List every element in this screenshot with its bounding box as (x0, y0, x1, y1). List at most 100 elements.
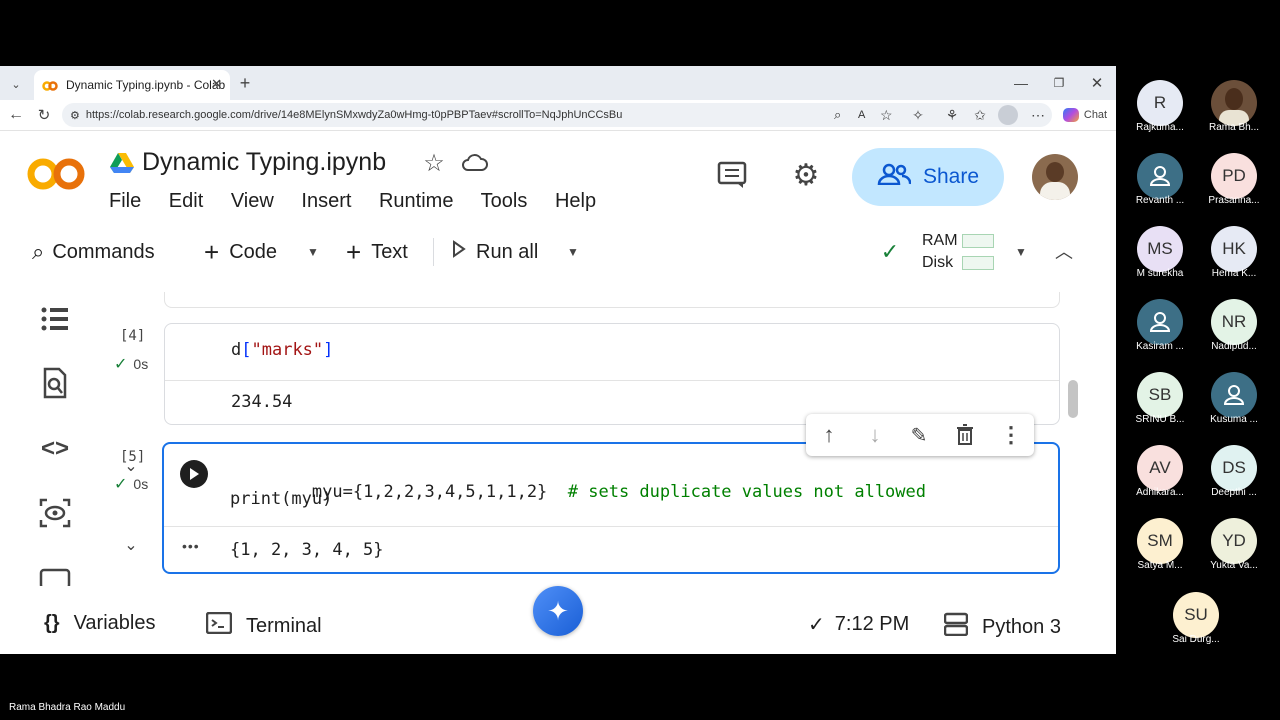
participant-avatar[interactable]: MS (1137, 226, 1183, 272)
menu-view[interactable]: View (231, 190, 274, 212)
participant-avatar[interactable]: PD (1211, 153, 1257, 199)
restore-icon[interactable]: ❐ (1048, 72, 1070, 94)
left-rail: <> (0, 292, 108, 586)
user-avatar[interactable] (1032, 154, 1078, 200)
code-line[interactable]: d["marks"] (231, 340, 333, 360)
close-tab-icon[interactable]: ✕ (211, 76, 222, 92)
read-aloud-icon[interactable]: A (858, 109, 865, 121)
url-field[interactable]: ⚙ https://colab.research.google.com/driv… (62, 103, 1052, 127)
files-icon[interactable] (38, 562, 72, 586)
menu-insert[interactable]: Insert (301, 190, 351, 212)
terminal-button[interactable]: Terminal (205, 611, 322, 640)
participant-photo[interactable] (1211, 80, 1257, 126)
minimize-icon[interactable]: — (1010, 72, 1032, 94)
menu-tools[interactable]: Tools (481, 190, 528, 212)
code-snippets-icon[interactable]: <> (38, 434, 72, 464)
new-tab-button[interactable]: + (234, 72, 256, 94)
extensions-icon[interactable]: ✧ (908, 104, 928, 126)
browser-essentials-icon[interactable]: ⚘ (942, 104, 962, 126)
ram-bar (962, 234, 994, 248)
participant-avatar[interactable]: AV (1137, 445, 1183, 491)
collapse-header-icon[interactable]: ︿ (1052, 238, 1076, 264)
run-cell-button[interactable] (180, 460, 208, 488)
server-icon (943, 612, 969, 642)
profile-icon[interactable] (998, 105, 1018, 125)
code-comment: # sets duplicate values not allowed (567, 482, 927, 502)
run-all-button[interactable]: Run all (452, 234, 538, 270)
favorite-star-icon[interactable]: ☆ (880, 107, 893, 124)
participant-avatar[interactable]: R (1137, 80, 1183, 126)
edit-pencil-icon[interactable]: ✎ (906, 422, 932, 448)
share-button[interactable]: Share (852, 148, 1004, 206)
previous-cell (164, 292, 1060, 308)
status-time: 7:12 PM (834, 613, 910, 635)
menu-edit[interactable]: Edit (169, 190, 203, 212)
star-icon[interactable]: ☆ (420, 150, 448, 177)
move-up-icon[interactable]: ↑ (816, 422, 842, 448)
zoom-icon[interactable]: ⌕ (834, 107, 841, 123)
site-info-icon[interactable]: ⚙ (70, 109, 80, 122)
participant-avatar[interactable]: YD (1211, 518, 1257, 564)
browser-tab[interactable]: Dynamic Typing.ipynb - Colab ✕ (34, 70, 230, 100)
participant-avatar[interactable]: NR (1211, 299, 1257, 345)
move-down-icon[interactable]: ↓ (862, 422, 888, 448)
code-line[interactable]: myu={1,2,2,3,4,5,1,1,2} # sets duplicate… (230, 462, 926, 522)
participant-name: Hema K... (1211, 268, 1257, 279)
participant-avatar[interactable]: SM (1137, 518, 1183, 564)
settings-gear-icon[interactable]: ⚙ (790, 159, 822, 192)
code-dropdown-icon[interactable]: ▼ (302, 240, 324, 264)
code-cell[interactable]: d["marks"] 234.54 (164, 323, 1060, 425)
menu-file[interactable]: File (109, 190, 141, 212)
menu-runtime[interactable]: Runtime (379, 190, 453, 212)
table-of-contents-icon[interactable] (38, 304, 72, 334)
runtime-type[interactable]: Python 3 (943, 612, 1061, 642)
participant-avatar-default[interactable] (1137, 299, 1183, 345)
code-token: d (231, 340, 242, 360)
run-icon (452, 240, 466, 264)
copilot-chat-button[interactable]: Chat (1058, 104, 1112, 126)
participant-avatar-default[interactable] (1211, 372, 1257, 418)
colab-favicon-icon (42, 80, 58, 91)
cloud-icon[interactable] (460, 150, 490, 176)
output-actions-ellipsis[interactable]: ••• (182, 538, 200, 554)
variables-button[interactable]: {} Variables (44, 612, 155, 635)
terminal-icon (205, 611, 233, 640)
search-icon: ⌕ (32, 239, 45, 264)
run-all-label: Run all (476, 240, 539, 263)
plus-icon: + (346, 236, 362, 267)
more-options-icon[interactable]: ⋯ (1028, 104, 1048, 126)
delete-icon[interactable] (952, 422, 978, 448)
favorites-icon[interactable]: ✩ (970, 104, 990, 126)
commands-button[interactable]: ⌕ Commands (32, 234, 155, 270)
participant-avatar[interactable]: SU (1173, 592, 1219, 638)
code-cell-selected[interactable]: myu={1,2,2,3,4,5,1,1,2} # sets duplicate… (162, 442, 1060, 574)
back-icon[interactable]: ← (6, 104, 26, 126)
gemini-sparkle-icon[interactable]: ✦ (533, 586, 583, 636)
more-actions-icon[interactable]: ⋮ (998, 422, 1024, 448)
add-code-button[interactable]: + Code (204, 234, 277, 270)
menu-help[interactable]: Help (555, 190, 596, 212)
run-all-dropdown-icon[interactable]: ▼ (562, 240, 584, 264)
reload-icon[interactable]: ↻ (34, 104, 54, 126)
code-line[interactable]: print(myu) (230, 489, 332, 509)
comments-icon[interactable] (716, 160, 748, 190)
execution-status[interactable]: ✓ 7:12 PM (808, 612, 909, 637)
resources-indicator[interactable]: RAM Disk (922, 230, 994, 274)
participant-avatar-default[interactable] (1137, 153, 1183, 199)
close-window-icon[interactable]: ✕ (1086, 72, 1108, 94)
participant-avatar[interactable]: DS (1211, 445, 1257, 491)
runtime-dropdown-icon[interactable]: ▼ (1010, 240, 1032, 264)
find-replace-icon[interactable] (38, 366, 72, 400)
copilot-icon (1062, 108, 1079, 122)
collapse-output-chevron-icon[interactable]: ⌄ (120, 533, 142, 557)
secrets-icon[interactable] (38, 496, 72, 530)
participant-avatar[interactable]: HK (1211, 226, 1257, 272)
person-icon (1223, 385, 1245, 405)
participant-avatar[interactable]: SB (1137, 372, 1183, 418)
add-text-button[interactable]: + Text (346, 234, 408, 270)
participant-name: Yukta Va... (1210, 560, 1258, 571)
colab-logo[interactable] (26, 154, 88, 194)
scrollbar-thumb[interactable] (1068, 380, 1078, 418)
tab-list-icon[interactable]: ⌄ (6, 74, 26, 94)
notebook-title[interactable]: Dynamic Typing.ipynb (142, 148, 386, 177)
